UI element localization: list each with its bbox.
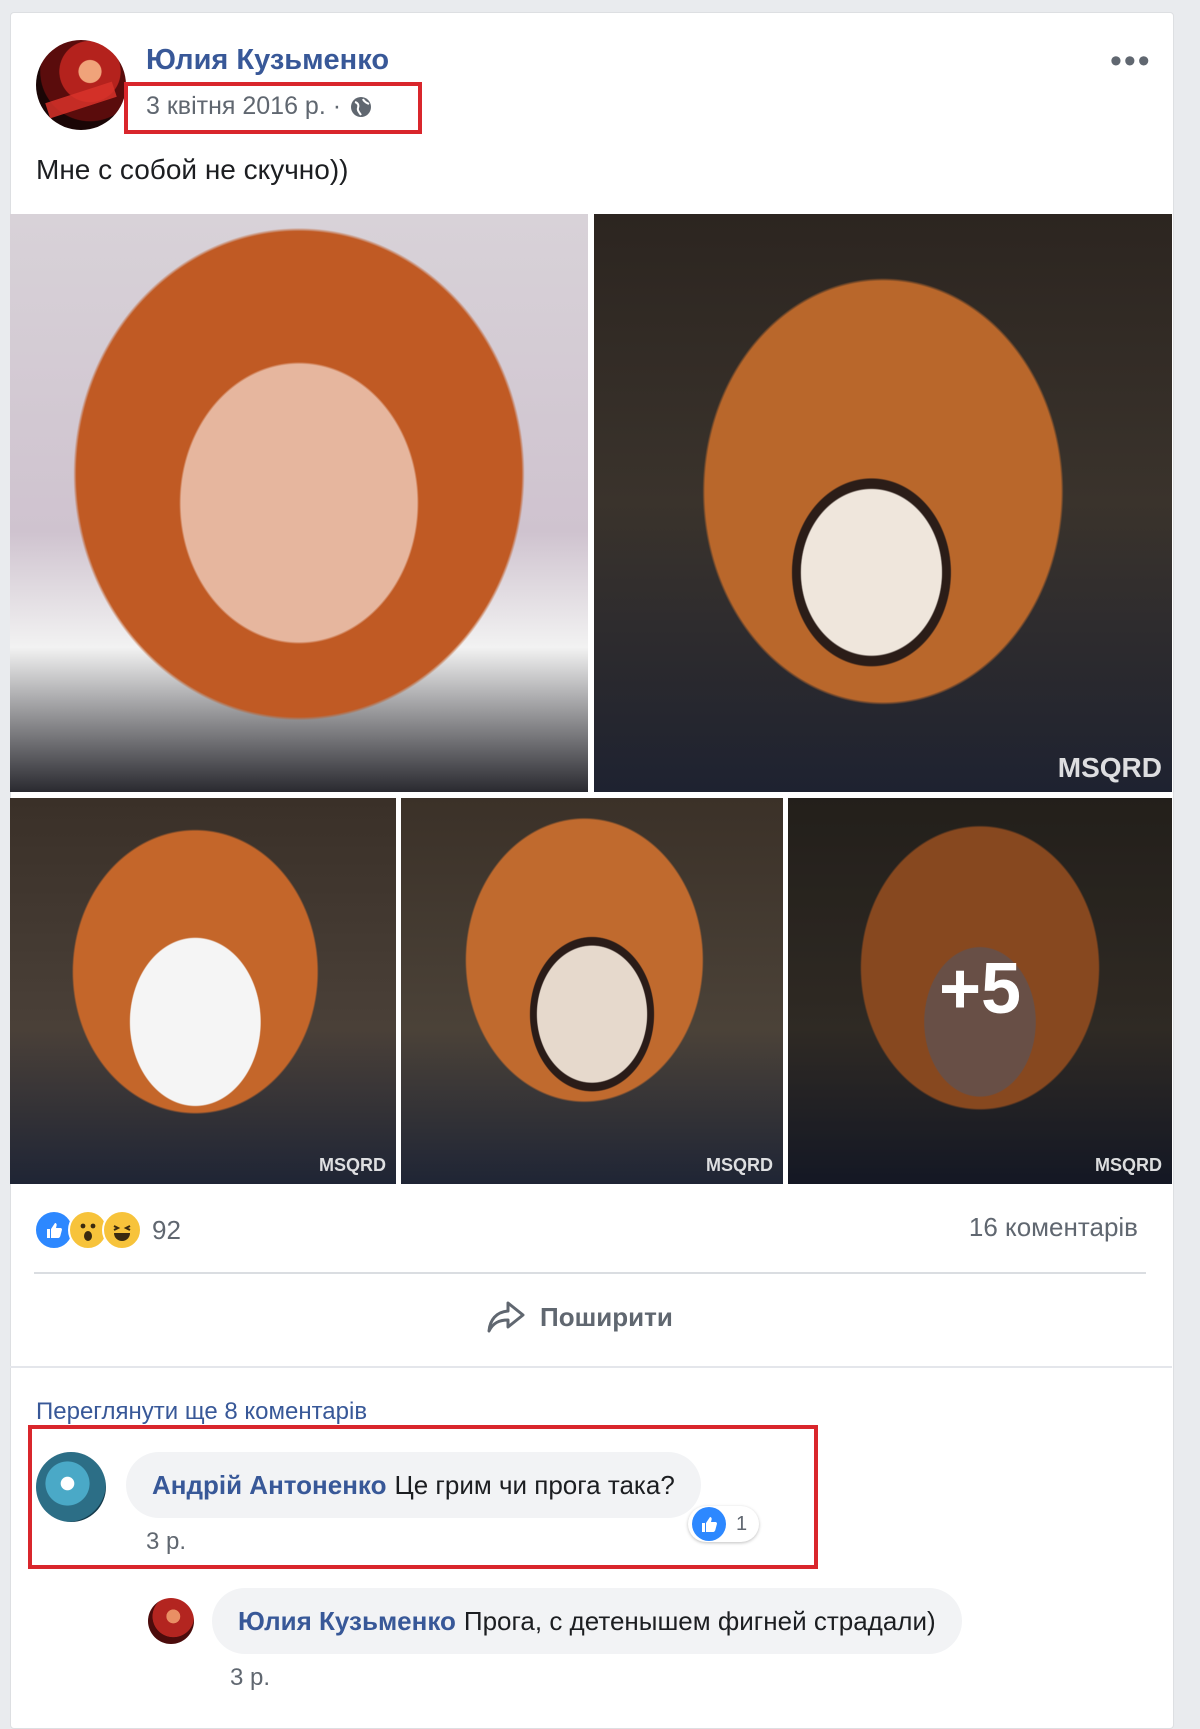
photo-watermark: MSQRD: [1057, 752, 1162, 783]
share-icon: [487, 1301, 525, 1333]
photo-1[interactable]: [10, 214, 588, 792]
reply-time[interactable]: 3 р.: [230, 1664, 270, 1692]
photo-4[interactable]: MSQRD: [401, 798, 783, 1184]
author-avatar[interactable]: [36, 40, 126, 130]
reply-author-avatar[interactable]: [148, 1598, 194, 1644]
reactions-count: 92: [152, 1214, 181, 1245]
reply-author[interactable]: Юлия Кузьменко: [238, 1606, 456, 1637]
reply-bubble: Юлия Кузьменко Прога, с детенышем фигней…: [212, 1588, 962, 1654]
photo-5-more[interactable]: +5 MSQRD: [788, 798, 1172, 1184]
divider: [34, 1272, 1146, 1274]
photo-watermark: MSQRD: [1095, 1155, 1162, 1175]
comment-highlight-box: [28, 1425, 818, 1569]
view-more-comments-link[interactable]: Переглянути ще 8 коментарів: [36, 1398, 367, 1428]
photo-3[interactable]: MSQRD: [10, 798, 396, 1184]
post-text: Мне с собой не скучно)): [36, 154, 349, 185]
share-button[interactable]: Поширити: [486, 1300, 673, 1334]
comments-count[interactable]: 16 коментарів: [969, 1212, 1138, 1243]
date-highlight-box: [124, 82, 422, 134]
photo-watermark: MSQRD: [706, 1155, 773, 1175]
reactions-summary[interactable]: 92: [34, 1210, 181, 1250]
reply-text: Прога, с детенышем фигней страдали): [463, 1605, 936, 1636]
more-photos-count: +5: [938, 949, 1022, 1029]
photo-watermark: MSQRD: [319, 1155, 386, 1175]
more-options-icon[interactable]: •••: [1110, 42, 1152, 81]
share-label: Поширити: [540, 1301, 673, 1332]
haha-reaction-icon: [102, 1210, 142, 1250]
divider: [10, 1366, 1172, 1368]
photo-2[interactable]: MSQRD: [594, 214, 1172, 792]
author-name[interactable]: Юлия Кузьменко: [146, 44, 389, 77]
